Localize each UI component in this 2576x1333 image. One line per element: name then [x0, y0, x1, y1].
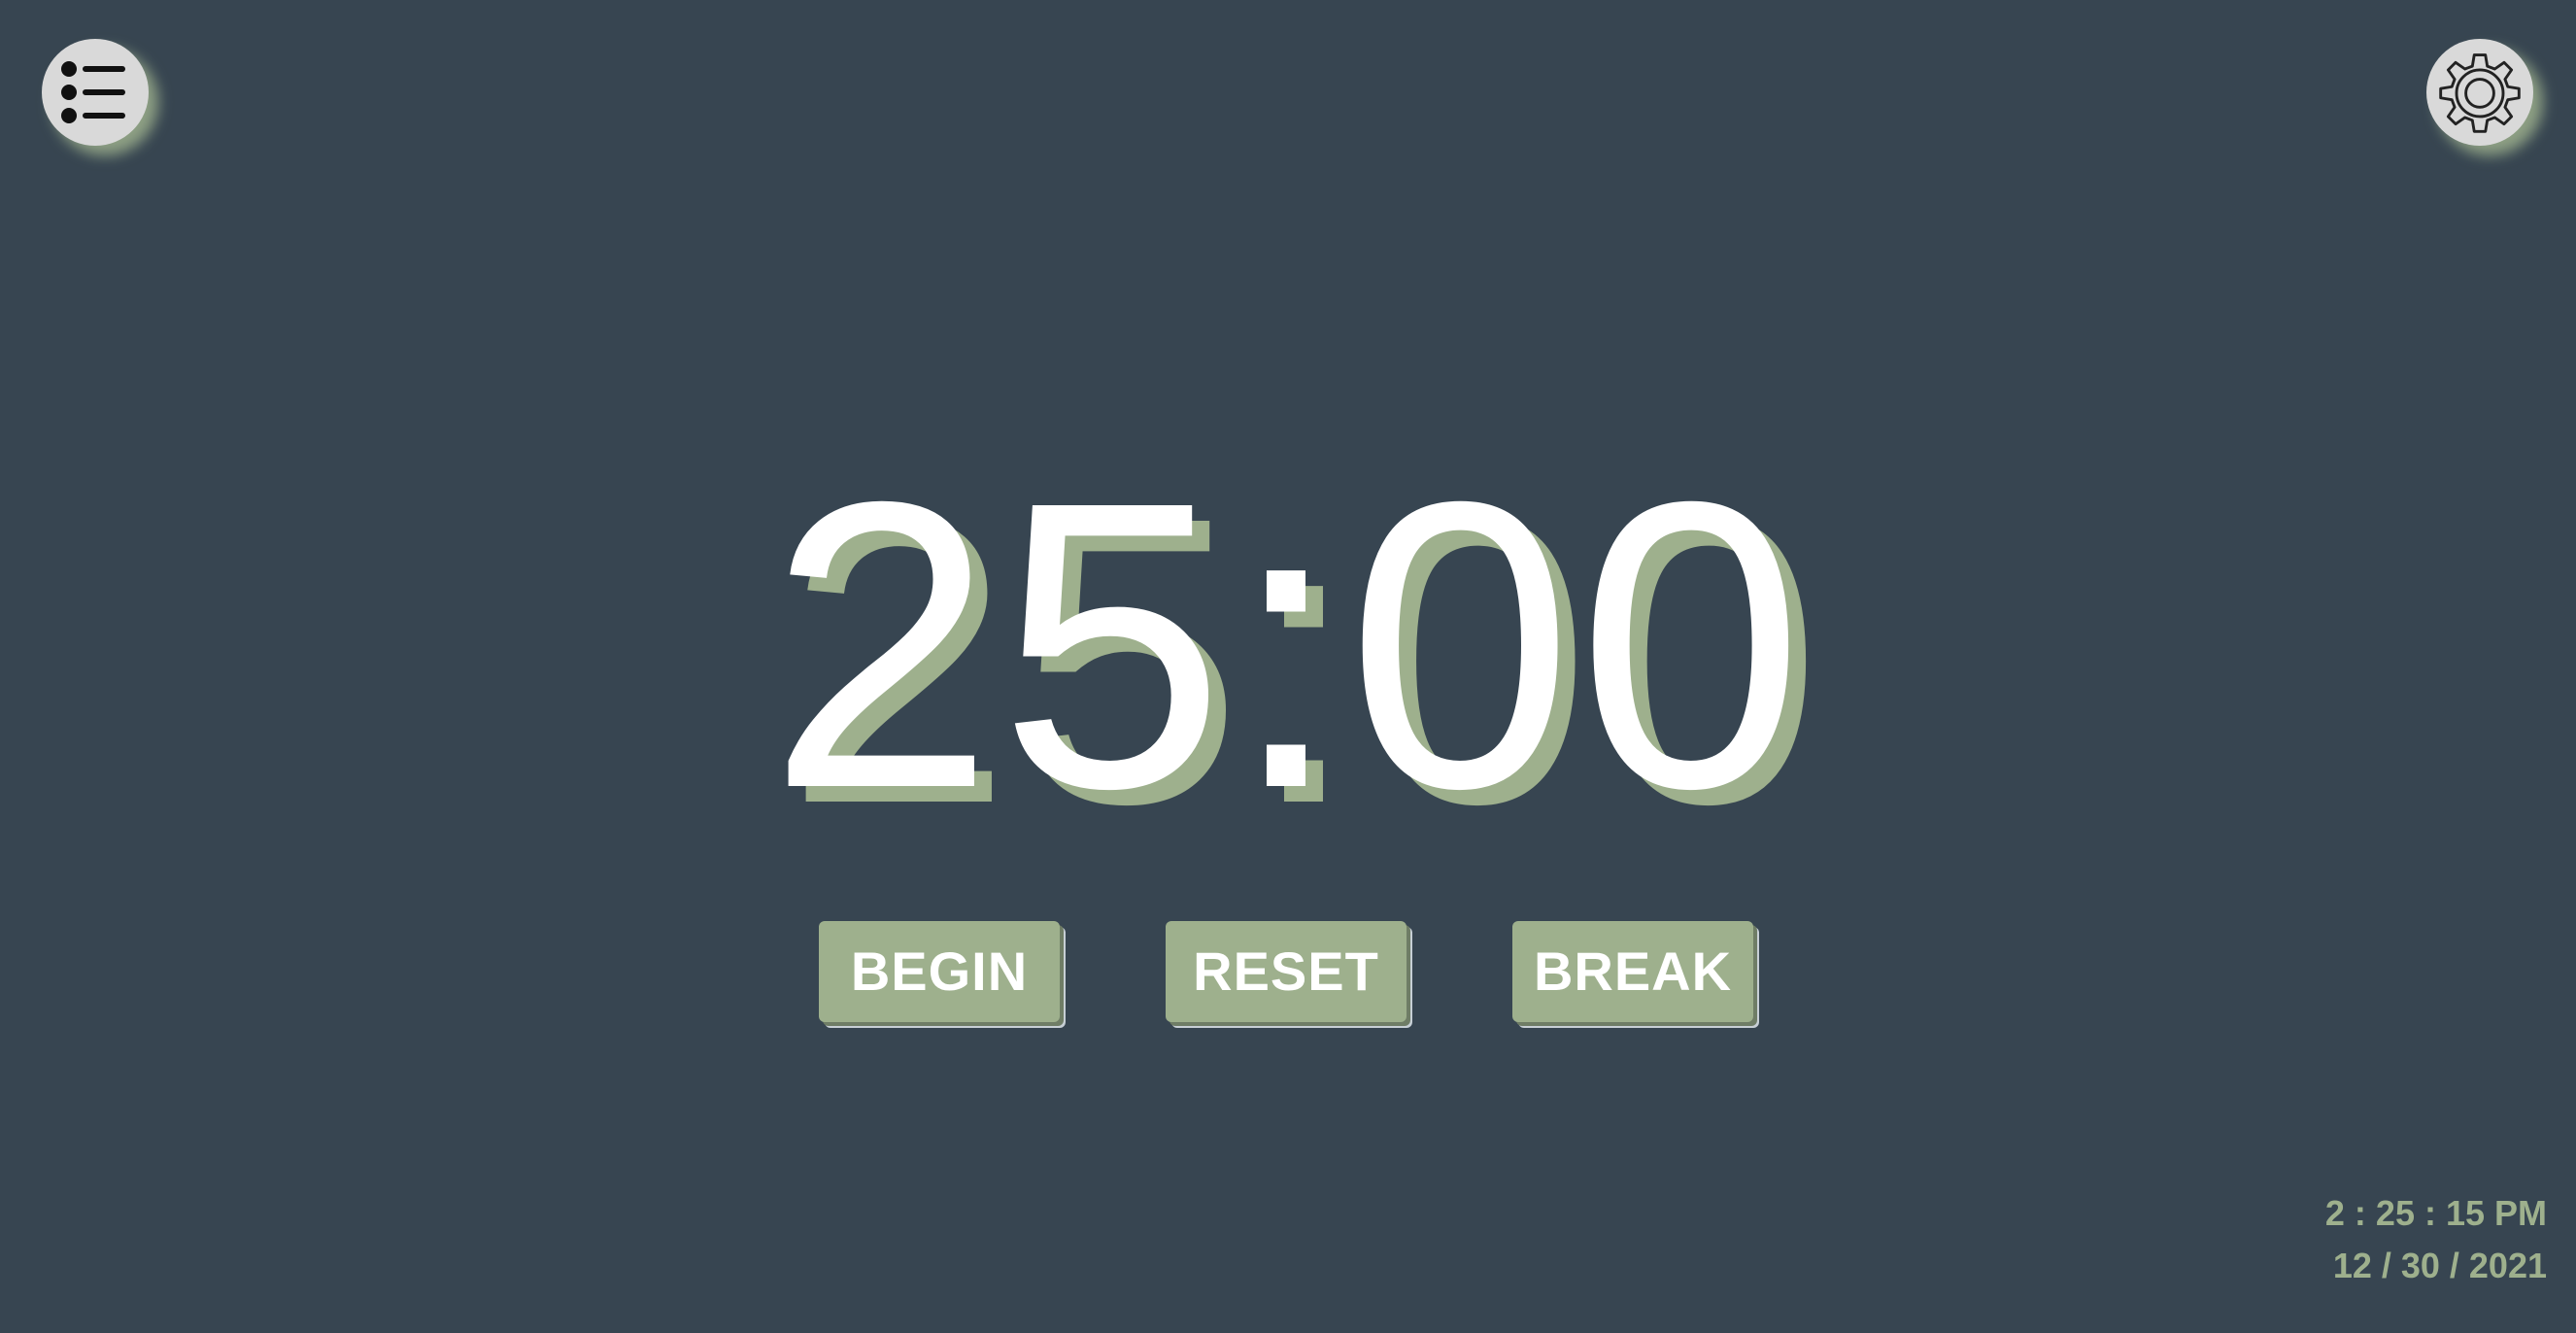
gear-icon [2433, 46, 2526, 139]
settings-button[interactable] [2426, 39, 2533, 146]
timer-display: 25:00 [767, 418, 1809, 873]
reset-button[interactable]: RESET [1166, 921, 1407, 1022]
current-time: 2 : 25 : 15 PM [2324, 1193, 2547, 1233]
current-date: 12 / 30 / 2021 [2332, 1246, 2547, 1285]
break-button[interactable]: BREAK [1512, 921, 1753, 1022]
menu-button[interactable] [42, 39, 149, 146]
timer-controls: BEGIN RESET BREAK [819, 921, 1761, 1026]
list-icon [56, 53, 134, 131]
begin-button[interactable]: BEGIN [819, 921, 1060, 1022]
clock-panel: 2 : 25 : 15 PM 12 / 30 / 2021 [2325, 1187, 2547, 1292]
